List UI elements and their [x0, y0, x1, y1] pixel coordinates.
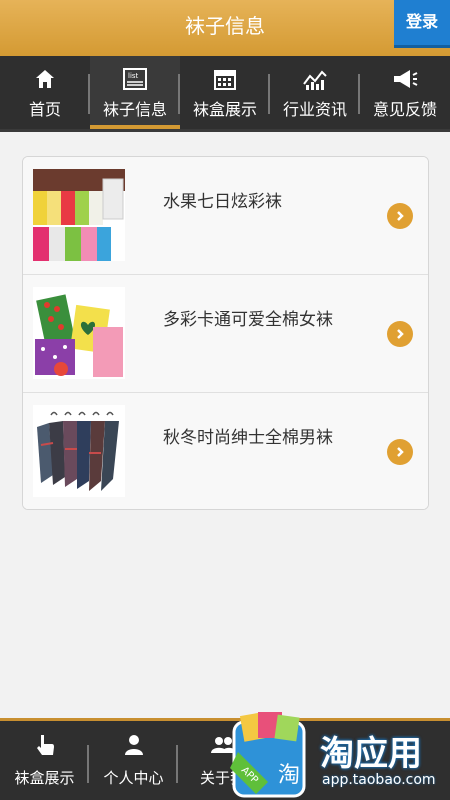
- top-nav: 首页 list 袜子信息 袜盒展示 行业资讯 意见反馈: [0, 56, 450, 132]
- list-item[interactable]: 多彩卡通可爱全棉女袜: [23, 275, 428, 393]
- product-name: 秋冬时尚绅士全棉男袜: [163, 428, 333, 448]
- product-name: 水果七日炫彩袜: [163, 192, 282, 212]
- svg-text:淘: 淘: [278, 763, 300, 788]
- watermark-brand: 淘应用: [320, 734, 422, 774]
- product-thumbnail: [33, 169, 125, 261]
- tab-box-display[interactable]: 袜盒展示: [180, 56, 270, 129]
- bottom-tab-profile-label: 个人中心: [103, 769, 164, 787]
- tab-home-label: 首页: [28, 100, 61, 119]
- product-thumbnail: [33, 405, 125, 497]
- taobao-app-watermark: APP 淘 淘应用 app.taobao.com: [228, 712, 450, 800]
- tab-sock-info[interactable]: list 袜子信息: [90, 56, 180, 129]
- bottom-tab-box-display-label: 袜盒展示: [14, 769, 75, 787]
- tab-feedback-label: 意见反馈: [372, 100, 437, 119]
- shopping-bag-icon: APP 淘: [230, 712, 306, 798]
- calendar-icon: [180, 68, 270, 92]
- product-name: 多彩卡通可爱全棉女袜: [163, 310, 333, 330]
- tab-home[interactable]: 首页: [0, 56, 90, 129]
- tab-feedback[interactable]: 意见反馈: [360, 56, 450, 129]
- product-thumbnail: [33, 287, 125, 379]
- person-icon: [89, 733, 178, 757]
- svg-text:list: list: [128, 72, 139, 80]
- chevron-right-icon[interactable]: [387, 321, 413, 347]
- chart-icon: [270, 68, 360, 92]
- megaphone-icon: [360, 68, 450, 92]
- tab-industry-news-label: 行业资讯: [282, 100, 347, 119]
- page-title: 袜子信息: [185, 14, 265, 38]
- chevron-right-icon[interactable]: [387, 439, 413, 465]
- tab-industry-news[interactable]: 行业资讯: [270, 56, 360, 129]
- bottom-tab-profile[interactable]: 个人中心: [89, 721, 178, 800]
- tab-box-display-label: 袜盒展示: [192, 100, 257, 119]
- app-header: 袜子信息 登录: [0, 0, 450, 56]
- chevron-right-icon[interactable]: [387, 203, 413, 229]
- bottom-tab-box-display[interactable]: 袜盒展示: [0, 721, 89, 800]
- list-item[interactable]: 秋冬时尚绅士全棉男袜: [23, 393, 428, 509]
- product-list: 水果七日炫彩袜 多彩卡通可爱全棉女袜 秋冬时尚绅士全棉男袜: [22, 156, 429, 510]
- list-icon: list: [90, 68, 180, 92]
- home-icon: [0, 68, 90, 92]
- watermark-url: app.taobao.com: [322, 772, 436, 788]
- hand-pointer-icon: [0, 733, 89, 757]
- login-button[interactable]: 登录: [394, 0, 450, 48]
- tab-sock-info-label: 袜子信息: [102, 100, 167, 119]
- list-item[interactable]: 水果七日炫彩袜: [23, 157, 428, 275]
